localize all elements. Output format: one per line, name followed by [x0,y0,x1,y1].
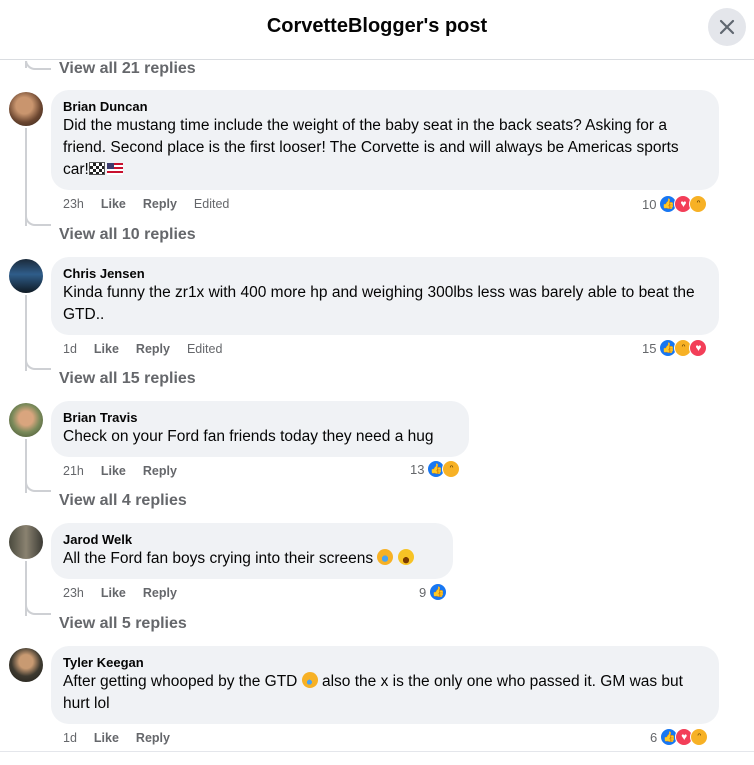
edited-label: Edited [193,197,230,211]
reply-button[interactable]: Reply [136,342,170,356]
comment-time[interactable]: 23h [63,586,84,600]
reaction-summary[interactable]: 13 👍 ᵔ [410,460,461,478]
comment-actions: 21h Like Reply [63,464,194,478]
reaction-summary[interactable]: 15 👍 ᵔ ♥ [642,339,708,357]
comment-text: After getting whooped by the GTD also th… [63,669,707,715]
reaction-summary[interactable]: 6 👍 ♥ ᵔ [650,728,709,746]
reply-button[interactable]: Reply [136,731,170,745]
reply-button[interactable]: Reply [143,586,177,600]
reaction-summary[interactable]: 10 👍 ♥ ᵔ [642,195,708,213]
like-button[interactable]: Like [101,464,126,478]
thread-curve [25,61,51,70]
thread-line [25,128,27,226]
view-replies-link[interactable]: View all 5 replies [59,615,187,633]
comment-bubble: Tyler Keegan After getting whooped by th… [51,646,719,724]
thread-curve [25,480,51,492]
comment-text: All the Ford fan boys crying into their … [63,548,441,570]
reaction-count: 15 [642,340,657,356]
view-replies-link[interactable]: View all 4 replies [59,492,187,510]
thread-curve [25,214,51,226]
comment-bubble: Brian Travis Check on your Ford fan frie… [51,401,469,457]
edited-label: Edited [186,342,223,356]
comment-bubble: Chris Jensen Kinda funny the zr1x with 4… [51,257,719,335]
comment-time[interactable]: 23h [63,197,84,211]
reply-button[interactable]: Reply [143,197,177,211]
view-replies-link[interactable]: View all 10 replies [59,226,196,244]
comment-actions: 23h Like Reply Edited [63,197,246,211]
us-flag-icon [106,163,123,175]
haha-reaction-icon: ᵔ [442,460,461,478]
dialog-bottom-divider [0,751,754,752]
avatar[interactable] [9,525,43,559]
close-icon [719,19,735,35]
like-reaction-icon: 👍 [429,583,448,601]
comment-text-body: All the Ford fan boys crying into their … [63,550,374,567]
dialog-title: CorvetteBlogger's post [266,15,488,37]
avatar[interactable] [9,403,43,437]
comment-text: Check on your Ford fan friends today the… [63,428,434,445]
comment-bubble: Jarod Welk All the Ford fan boys crying … [51,523,453,579]
thread-curve [25,358,51,370]
like-button[interactable]: Like [94,342,119,356]
reaction-count: 10 [642,196,657,212]
reaction-count: 6 [650,729,658,745]
comment-text-body: After getting whooped by the GTD [63,673,298,690]
dialog-header: CorvetteBlogger's post [0,0,754,60]
haha-reaction-icon: ᵔ [689,195,708,213]
love-reaction-icon: ♥ [689,339,708,357]
crying-face-icon [377,549,394,565]
comment-time[interactable]: 21h [63,464,84,478]
avatar[interactable] [9,259,43,293]
checkered-flag-icon [88,162,105,175]
close-button[interactable] [708,8,746,46]
comment-author[interactable]: Brian Duncan [63,98,707,115]
thread-curve [25,603,51,615]
comment-author[interactable]: Brian Travis [63,409,457,426]
rolling-laughing-icon [298,669,321,691]
like-button[interactable]: Like [101,586,126,600]
reply-button[interactable]: Reply [143,464,177,478]
comment-text: Did the mustang time include the weight … [63,115,707,181]
comment-author[interactable]: Tyler Keegan [63,654,707,671]
comment-text: Kinda funny the zr1x with 400 more hp an… [63,284,695,323]
reaction-count: 13 [410,461,425,477]
comment-time[interactable]: 1d [63,342,77,356]
view-replies-link[interactable]: View all 15 replies [59,370,196,388]
comment-actions: 1d Like Reply Edited [63,342,239,356]
comment-actions: 23h Like Reply [63,586,194,600]
comment-actions: 1d Like Reply [63,731,187,745]
comment-time[interactable]: 1d [63,731,77,745]
like-button[interactable]: Like [94,731,119,745]
comment-author[interactable]: Chris Jensen [63,265,707,282]
comment-author[interactable]: Jarod Welk [63,531,441,548]
comments-list: View all 21 replies Brian Duncan Did the… [0,61,754,751]
reaction-count: 9 [419,584,427,600]
haha-reaction-icon: ᵔ [690,728,709,746]
reaction-summary[interactable]: 9 👍 [419,583,448,601]
comment-text-body: Did the mustang time include the weight … [63,117,679,178]
avatar[interactable] [9,92,43,126]
comment-bubble: Brian Duncan Did the mustang time includ… [51,90,719,190]
like-button[interactable]: Like [101,197,126,211]
grinning-face-icon [397,549,414,565]
avatar[interactable] [9,648,43,682]
view-replies-link[interactable]: View all 21 replies [59,61,196,78]
